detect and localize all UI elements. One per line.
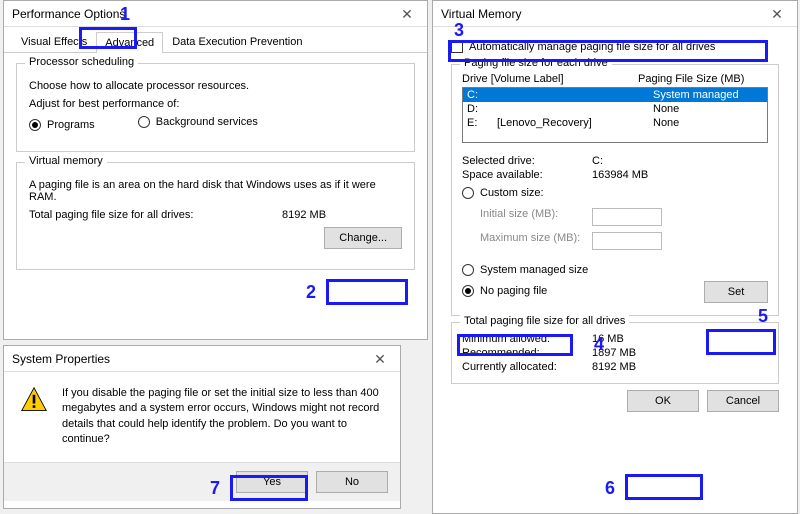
min-label: Minimum allowed:	[462, 333, 592, 345]
checkbox-icon	[451, 41, 463, 53]
rec-label: Recommended:	[462, 347, 592, 359]
min-value: 16 MB	[592, 333, 624, 345]
initial-size-input[interactable]	[592, 208, 662, 226]
init-size-label: Initial size (MB):	[462, 208, 592, 226]
cur-value: 8192 MB	[592, 361, 636, 373]
perf-titlebar: Performance Options ✕	[4, 1, 427, 27]
tab-advanced[interactable]: Advanced	[96, 32, 163, 53]
sysprop-buttons: Yes No	[4, 462, 400, 501]
perf-title: Performance Options	[12, 7, 125, 21]
max-size-label: Maximum size (MB):	[462, 232, 592, 250]
radio-dot-icon	[462, 264, 474, 276]
performance-options-window: Performance Options ✕ Visual Effects Adv…	[3, 0, 428, 340]
radio-bgservices[interactable]: Background services	[138, 116, 258, 128]
sched-desc: Choose how to allocate processor resourc…	[29, 80, 402, 92]
per-drive-legend: Paging file size for each drive	[460, 57, 612, 69]
sel-drive-value: C:	[592, 155, 603, 167]
cancel-button[interactable]: Cancel	[707, 390, 779, 412]
radio-programs-label: Programs	[47, 119, 95, 131]
sel-drive-label: Selected drive:	[462, 155, 592, 167]
system-properties-dialog: System Properties ✕ If you disable the p…	[3, 345, 401, 509]
radio-dot-icon	[462, 187, 474, 199]
sched-legend: Processor scheduling	[25, 56, 138, 68]
change-button[interactable]: Change...	[324, 227, 402, 249]
totals-group: Total paging file size for all drives Mi…	[451, 322, 779, 384]
processor-scheduling-group: Processor scheduling Choose how to alloc…	[16, 63, 415, 152]
auto-manage-label: Automatically manage paging file size fo…	[469, 41, 715, 53]
drive-list[interactable]: C: System managed D: None E: [Lenovo_Rec…	[462, 87, 768, 143]
size-header: Paging File Size (MB)	[638, 73, 768, 85]
radio-dot-icon	[138, 116, 150, 128]
virtual-memory-window: Virtual Memory ✕ Automatically manage pa…	[432, 0, 798, 514]
vm-desc: A paging file is an area on the hard dis…	[29, 179, 402, 203]
warning-icon	[20, 386, 48, 414]
sysprop-title: System Properties	[12, 352, 110, 366]
ok-button[interactable]: OK	[627, 390, 699, 412]
radio-programs[interactable]: Programs	[29, 119, 95, 131]
max-size-input[interactable]	[592, 232, 662, 250]
space-label: Space available:	[462, 169, 592, 181]
sysprop-body: If you disable the paging file or set th…	[4, 372, 400, 462]
space-value: 163984 MB	[592, 169, 648, 181]
virtual-memory-group: Virtual memory A paging file is an area …	[16, 162, 415, 270]
vm-total-label: Total paging file size for all drives:	[29, 209, 282, 221]
per-drive-group: Paging file size for each drive Drive [V…	[451, 64, 779, 316]
vm-legend: Virtual memory	[25, 155, 107, 167]
radio-custom-size[interactable]: Custom size:	[462, 187, 544, 199]
close-icon[interactable]: ✕	[387, 1, 427, 27]
drive-row-c[interactable]: C: System managed	[463, 88, 767, 102]
totals-legend: Total paging file size for all drives	[460, 315, 629, 327]
radio-no-paging-file[interactable]: No paging file	[462, 285, 547, 297]
tab-dep[interactable]: Data Execution Prevention	[163, 31, 311, 52]
custom-size-label: Custom size:	[480, 187, 544, 199]
no-button[interactable]: No	[316, 471, 388, 493]
sched-adjust: Adjust for best performance of:	[29, 98, 402, 110]
radio-system-managed[interactable]: System managed size	[462, 264, 588, 276]
drive-header: Drive [Volume Label]	[462, 73, 638, 85]
rec-value: 1897 MB	[592, 347, 636, 359]
cur-label: Currently allocated:	[462, 361, 592, 373]
tab-visual-effects[interactable]: Visual Effects	[12, 31, 96, 52]
vmem-title: Virtual Memory	[441, 7, 521, 21]
radio-bgservices-label: Background services	[156, 116, 258, 128]
sysprop-titlebar: System Properties ✕	[4, 346, 400, 372]
perf-tabs: Visual Effects Advanced Data Execution P…	[4, 27, 427, 53]
drive-row-d[interactable]: D: None	[463, 102, 767, 116]
no-paging-label: No paging file	[480, 285, 547, 297]
vm-total-value: 8192 MB	[282, 209, 402, 221]
radio-dot-icon	[29, 119, 41, 131]
radio-dot-icon	[462, 285, 474, 297]
close-icon[interactable]: ✕	[360, 346, 400, 372]
drive-row-e[interactable]: E: [Lenovo_Recovery] None	[463, 116, 767, 130]
auto-manage-checkbox[interactable]: Automatically manage paging file size fo…	[451, 41, 715, 53]
system-managed-label: System managed size	[480, 264, 588, 276]
vmem-titlebar: Virtual Memory ✕	[433, 1, 797, 27]
close-icon[interactable]: ✕	[757, 1, 797, 27]
sysprop-message: If you disable the paging file or set th…	[62, 386, 384, 448]
set-button[interactable]: Set	[704, 281, 768, 303]
yes-button[interactable]: Yes	[236, 471, 308, 493]
